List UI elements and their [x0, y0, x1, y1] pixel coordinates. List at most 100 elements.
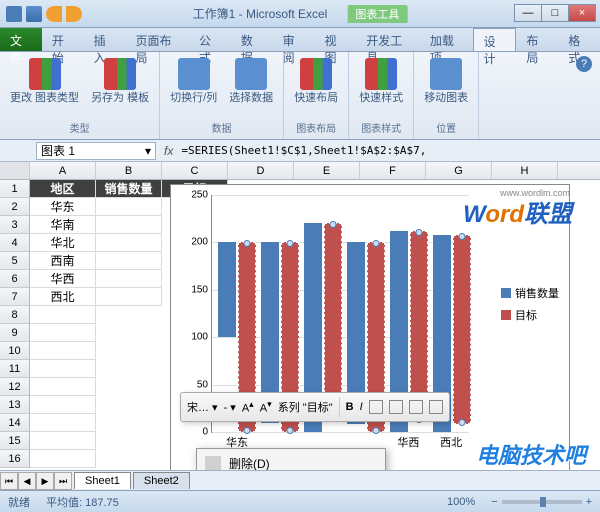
- move-chart-button[interactable]: 移动图表: [420, 56, 472, 106]
- zoom-level[interactable]: 100%: [447, 496, 475, 508]
- zoom-thumb[interactable]: [540, 497, 546, 507]
- cell[interactable]: [30, 342, 96, 360]
- redo-icon[interactable]: [66, 6, 82, 22]
- menu-delete[interactable]: 删除(D): [199, 451, 383, 472]
- row-header[interactable]: 7: [0, 288, 30, 306]
- minimize-button[interactable]: —: [514, 4, 542, 22]
- row-header[interactable]: 10: [0, 342, 30, 360]
- cell[interactable]: [30, 414, 96, 432]
- save-as-template-button[interactable]: 另存为 模板: [87, 56, 153, 106]
- sheet-nav-prev[interactable]: ◀: [18, 472, 36, 490]
- change-chart-type-button[interactable]: 更改 图表类型: [6, 56, 83, 106]
- row-header[interactable]: 12: [0, 378, 30, 396]
- zoom-track[interactable]: [502, 500, 582, 504]
- embedded-chart[interactable]: 050100150200250华东华西西北 销售数量 目标: [170, 184, 570, 472]
- undo-icon[interactable]: [46, 6, 62, 22]
- col-header[interactable]: C: [162, 162, 228, 179]
- col-header[interactable]: B: [96, 162, 162, 179]
- tab-file[interactable]: 文件: [0, 28, 42, 51]
- cell[interactable]: [30, 360, 96, 378]
- cell[interactable]: 华南: [30, 216, 96, 234]
- quick-style-button[interactable]: 快速样式: [355, 56, 407, 106]
- col-header[interactable]: F: [360, 162, 426, 179]
- cell[interactable]: 西南: [30, 252, 96, 270]
- tab-formulas[interactable]: 公式: [189, 28, 231, 51]
- close-button[interactable]: ×: [568, 4, 596, 22]
- sheet-tab[interactable]: Sheet1: [74, 472, 131, 489]
- sheet-nav-last[interactable]: ⏭: [54, 472, 72, 490]
- row-header[interactable]: 16: [0, 450, 30, 468]
- tab-chart-layout[interactable]: 布局: [516, 28, 558, 51]
- tab-home[interactable]: 开始: [42, 28, 84, 51]
- chart-legend[interactable]: 销售数量 目标: [501, 285, 559, 329]
- shrink-font-icon[interactable]: A▾: [260, 399, 272, 415]
- cell[interactable]: 华北: [30, 234, 96, 252]
- name-box[interactable]: 图表 1▾: [36, 142, 156, 160]
- grow-font-icon[interactable]: A▴: [242, 399, 254, 415]
- tab-developer[interactable]: 开发工具: [356, 28, 420, 51]
- zoom-out-icon[interactable]: −: [491, 496, 497, 508]
- tab-review[interactable]: 审阅: [273, 28, 315, 51]
- switch-row-col-button[interactable]: 切换行/列: [166, 56, 221, 106]
- row-header[interactable]: 4: [0, 234, 30, 252]
- cell[interactable]: [30, 378, 96, 396]
- sheet-tab[interactable]: Sheet2: [133, 472, 190, 489]
- tab-addins[interactable]: 加载项: [420, 28, 473, 51]
- col-header[interactable]: A: [30, 162, 96, 179]
- cell[interactable]: [30, 306, 96, 324]
- series-selector[interactable]: 系列 "目标": [278, 399, 333, 415]
- chart-bar[interactable]: [218, 242, 236, 337]
- cell[interactable]: [30, 396, 96, 414]
- row-header[interactable]: 14: [0, 414, 30, 432]
- chart-bar[interactable]: [324, 223, 342, 413]
- help-icon[interactable]: ?: [576, 56, 592, 72]
- row-header[interactable]: 3: [0, 216, 30, 234]
- select-all-corner[interactable]: [0, 162, 30, 179]
- cell[interactable]: 销售数量: [96, 180, 162, 198]
- zoom-in-icon[interactable]: +: [586, 496, 592, 508]
- formula-bar[interactable]: =SERIES(Sheet1!$C$1,Sheet1!$A$2:$A$7,: [181, 144, 600, 157]
- cell[interactable]: [96, 198, 162, 216]
- row-header[interactable]: 9: [0, 324, 30, 342]
- row-header[interactable]: 15: [0, 432, 30, 450]
- maximize-button[interactable]: □: [541, 4, 569, 22]
- tab-insert[interactable]: 插入: [84, 28, 126, 51]
- row-header[interactable]: 13: [0, 396, 30, 414]
- row-header[interactable]: 5: [0, 252, 30, 270]
- row-header[interactable]: 1: [0, 180, 30, 198]
- italic-button[interactable]: I: [360, 401, 363, 413]
- row-header[interactable]: 2: [0, 198, 30, 216]
- col-header[interactable]: E: [294, 162, 360, 179]
- col-header[interactable]: G: [426, 162, 492, 179]
- cell[interactable]: [96, 234, 162, 252]
- row-header[interactable]: 8: [0, 306, 30, 324]
- cell[interactable]: [96, 252, 162, 270]
- cell[interactable]: 西北: [30, 288, 96, 306]
- sheet-nav-next[interactable]: ▶: [36, 472, 54, 490]
- chart-bar[interactable]: [453, 235, 471, 425]
- fill-color-icon[interactable]: [389, 400, 403, 414]
- tab-data[interactable]: 数据: [231, 28, 273, 51]
- row-header[interactable]: 11: [0, 360, 30, 378]
- tab-view[interactable]: 视图: [314, 28, 356, 51]
- select-data-button[interactable]: 选择数据: [225, 56, 277, 106]
- tab-page-layout[interactable]: 页面布局: [125, 28, 189, 51]
- cell[interactable]: 地区: [30, 180, 96, 198]
- font-color-icon[interactable]: [409, 400, 423, 414]
- dropdown-icon[interactable]: ▾: [145, 144, 151, 158]
- fx-label[interactable]: fx: [164, 144, 173, 158]
- cell[interactable]: [96, 216, 162, 234]
- cell[interactable]: [30, 450, 96, 468]
- cell[interactable]: [30, 432, 96, 450]
- align-icon[interactable]: [369, 400, 383, 414]
- row-header[interactable]: 6: [0, 270, 30, 288]
- sheet-nav-first[interactable]: ⏮: [0, 472, 18, 490]
- font-size[interactable]: - ▾: [224, 401, 236, 414]
- cell[interactable]: 华东: [30, 198, 96, 216]
- col-header[interactable]: D: [228, 162, 294, 179]
- save-icon[interactable]: [26, 6, 42, 22]
- col-header[interactable]: H: [492, 162, 558, 179]
- cell[interactable]: [96, 288, 162, 306]
- quick-layout-button[interactable]: 快速布局: [290, 56, 342, 106]
- font-dropdown[interactable]: 宋… ▾: [187, 399, 218, 415]
